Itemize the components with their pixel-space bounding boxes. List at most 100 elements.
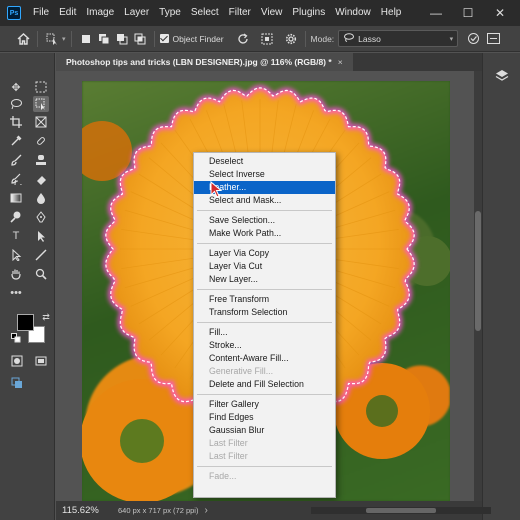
pen-tool-icon[interactable] — [33, 209, 49, 225]
context-menu-item[interactable]: Select Inverse — [194, 168, 335, 181]
context-menu-item[interactable]: Layer Via Cut — [194, 260, 335, 273]
maximize-button[interactable]: ☐ — [452, 6, 484, 20]
type-tool-icon[interactable]: T — [8, 228, 24, 244]
default-colors-icon[interactable] — [11, 333, 21, 343]
mode-select[interactable]: Lasso ▾ — [338, 30, 459, 47]
blur-tool-icon[interactable] — [33, 190, 49, 206]
context-menu-item[interactable]: Save Selection... — [194, 214, 335, 227]
menu-file[interactable]: File — [28, 0, 54, 26]
object-selection-tool-icon[interactable] — [33, 96, 49, 112]
menu-separator — [197, 466, 332, 467]
menu-help[interactable]: Help — [376, 0, 407, 26]
home-icon[interactable] — [14, 30, 32, 48]
history-brush-tool-icon[interactable] — [8, 171, 24, 187]
document-info[interactable]: 640 px x 717 px (72 ppi) — [118, 506, 198, 515]
brush-tool-icon[interactable] — [8, 152, 24, 168]
subtract-from-selection-icon[interactable] — [113, 30, 131, 48]
context-menu-item[interactable]: Deselect — [194, 155, 335, 168]
menu-image[interactable]: Image — [81, 0, 119, 26]
divider — [153, 30, 155, 47]
zoom-level[interactable]: 115.62% — [62, 505, 102, 516]
object-finder-checkbox[interactable] — [159, 34, 169, 43]
vertical-scrollbar[interactable] — [474, 71, 482, 501]
context-menu-item[interactable]: New Layer... — [194, 273, 335, 286]
screen-mode-icon[interactable] — [33, 353, 49, 369]
zoom-tool-icon[interactable] — [33, 266, 49, 282]
arrow-cursor-icon — [210, 181, 223, 198]
context-menu-item[interactable]: Stroke... — [194, 339, 335, 352]
chevron-down-icon: ▾ — [449, 35, 454, 43]
select-subject-icon[interactable] — [464, 30, 482, 48]
scrollbar-thumb[interactable] — [366, 508, 436, 513]
crop-tool-icon[interactable] — [8, 114, 24, 130]
gradient-tool-icon[interactable] — [8, 190, 24, 206]
close-icon[interactable]: × — [338, 57, 343, 67]
menu-edit[interactable]: Edit — [54, 0, 81, 26]
menu-select[interactable]: Select — [186, 0, 224, 26]
eyedropper-tool-icon[interactable] — [8, 133, 24, 149]
menu-view[interactable]: View — [256, 0, 288, 26]
eraser-tool-icon[interactable] — [33, 171, 49, 187]
context-menu-item[interactable]: Content-Aware Fill... — [194, 352, 335, 365]
horizontal-scrollbar[interactable] — [311, 507, 491, 514]
selection-context-menu: Deselect Select Inverse Feather... Select a… — [193, 152, 336, 498]
close-button[interactable]: ✕ — [484, 6, 516, 20]
context-menu-item[interactable]: Transform Selection — [194, 306, 335, 319]
intersect-selection-icon[interactable] — [131, 30, 149, 48]
lasso-icon — [343, 33, 355, 44]
line-tool-icon[interactable] — [33, 247, 49, 263]
context-menu-item[interactable]: Layer Via Copy — [194, 247, 335, 260]
chevron-right-icon[interactable]: › — [204, 505, 207, 516]
context-menu-item[interactable]: Gaussian Blur — [194, 424, 335, 437]
marquee-tool-icon[interactable] — [33, 79, 49, 95]
new-selection-icon[interactable] — [77, 30, 95, 48]
context-menu-item[interactable]: Find Edges — [194, 411, 335, 424]
foreground-color-swatch[interactable] — [17, 314, 34, 331]
context-menu-item[interactable]: Last Filter — [194, 450, 335, 463]
frame-tool-icon[interactable] — [33, 114, 49, 130]
refresh-icon[interactable] — [234, 30, 252, 48]
dodge-tool-icon[interactable] — [8, 209, 24, 225]
edit-toolbar-icon[interactable] — [9, 375, 25, 391]
context-menu-item[interactable]: Delete and Fill Selection — [194, 378, 335, 391]
clone-stamp-tool-icon[interactable] — [33, 152, 49, 168]
spot-healing-tool-icon[interactable] — [33, 133, 49, 149]
swap-colors-icon[interactable]: ⇄ — [38, 309, 54, 325]
menu-window[interactable]: Window — [330, 0, 376, 26]
document-tab[interactable]: Photoshop tips and tricks (LBN DESIGNER)… — [56, 53, 353, 71]
menu-plugins[interactable]: Plugins — [287, 0, 330, 26]
context-menu-item[interactable]: Fill... — [194, 326, 335, 339]
context-menu-item[interactable]: Last Filter — [194, 437, 335, 450]
move-tool-icon[interactable]: ✥ — [8, 79, 24, 95]
menu-separator — [197, 394, 332, 395]
tool-preset-icon[interactable] — [43, 30, 61, 48]
gear-icon[interactable] — [282, 30, 300, 48]
select-and-mask-icon[interactable] — [484, 30, 502, 48]
context-menu-item[interactable]: Make Work Path... — [194, 227, 335, 240]
context-menu-item[interactable]: Filter Gallery — [194, 398, 335, 411]
menu-filter[interactable]: Filter — [224, 0, 256, 26]
path-selection-tool-icon[interactable] — [33, 228, 49, 244]
context-menu-item[interactable]: Generative Fill... — [194, 365, 335, 378]
menu-separator — [197, 322, 332, 323]
show-objects-icon[interactable] — [258, 30, 276, 48]
scrollbar-thumb[interactable] — [475, 211, 481, 331]
more-tools-icon[interactable]: ••• — [8, 285, 24, 301]
menu-layer[interactable]: Layer — [119, 0, 154, 26]
divider — [37, 30, 38, 47]
object-finder-label: Object Finder — [172, 33, 224, 44]
context-menu-item[interactable]: Free Transform — [194, 293, 335, 306]
add-to-selection-icon[interactable] — [95, 30, 113, 48]
chevron-down-icon[interactable]: ▾ — [62, 35, 66, 43]
hand-tool-icon[interactable] — [8, 266, 24, 282]
menu-type[interactable]: Type — [154, 0, 186, 26]
lasso-tool-icon[interactable] — [8, 96, 24, 112]
context-menu-item[interactable]: Fade... — [194, 470, 335, 483]
layers-panel-icon[interactable] — [493, 67, 511, 85]
direct-selection-tool-icon[interactable] — [8, 247, 24, 263]
quick-mask-icon[interactable] — [9, 353, 25, 369]
status-bar: 115.62% 640 px x 717 px (72 ppi) › — [56, 501, 491, 520]
menu-separator — [197, 243, 332, 244]
window-controls: — ☐ ✕ — [420, 0, 516, 26]
minimize-button[interactable]: — — [420, 6, 452, 20]
